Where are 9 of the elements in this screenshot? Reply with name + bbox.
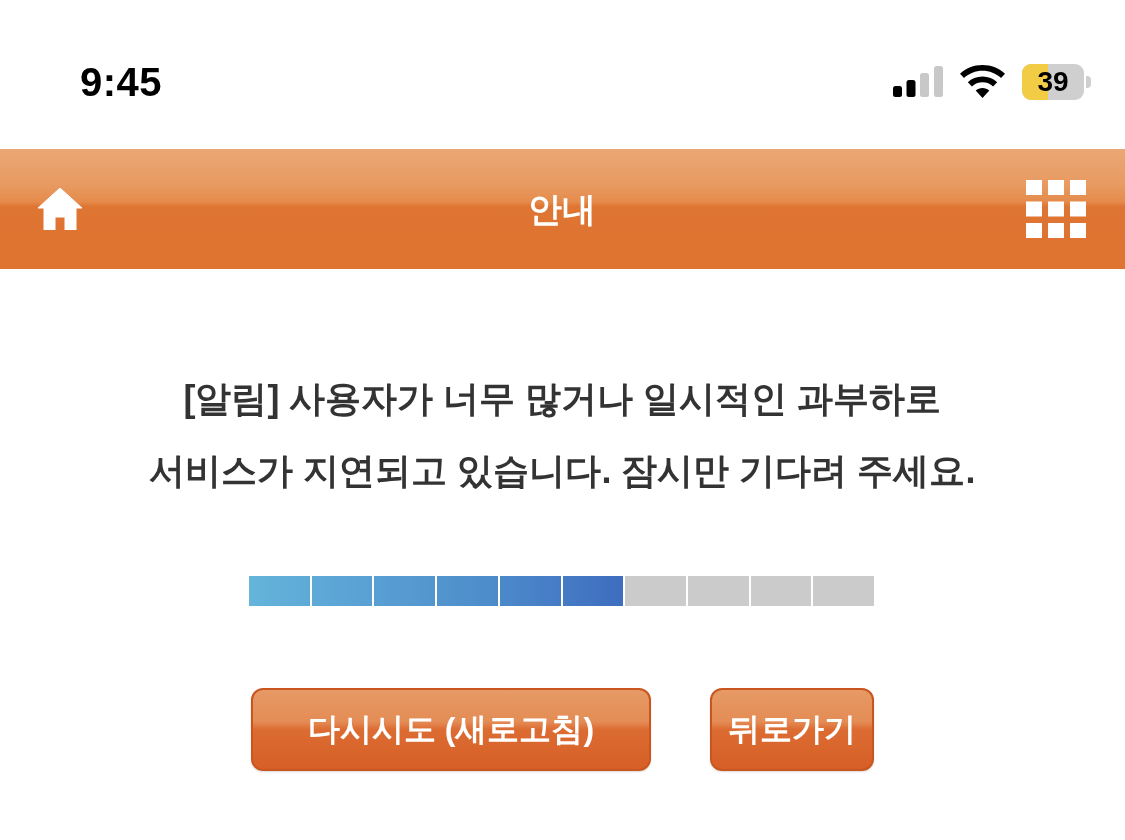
wifi-icon [960,65,1005,98]
header-title: 안내 [528,192,596,226]
home-icon[interactable] [38,188,82,230]
notice-message: [알림] 사용자가 너무 많거나 일시적인 과부하로 서비스가 지연되고 있습니다. 잠시만 기다려 주세요. [149,377,976,493]
signal-icon [893,66,943,97]
retry-button[interactable]: 다시시도 (새로고침) [251,688,651,771]
grid-menu-icon[interactable] [1026,180,1086,238]
status-time: 9:45 [80,61,163,102]
back-button[interactable]: 뒤로가기 [710,688,874,771]
